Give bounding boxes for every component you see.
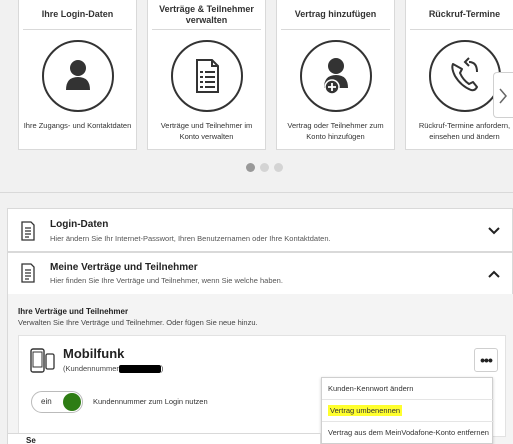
carousel-next-button[interactable] [493, 72, 513, 118]
customer-number: (Kundennummer) [63, 364, 164, 374]
section-next[interactable]: Se [7, 433, 321, 444]
phone-callback-icon [428, 40, 501, 112]
document-icon [21, 221, 35, 241]
user-add-icon [299, 40, 372, 112]
customer-number-label: (Kundennummer [63, 364, 119, 373]
menu-item-label: Kunden-Kennwort ändern [328, 384, 414, 393]
section-title: Meine Verträge und Teilnehmer [50, 262, 198, 273]
user-icon [41, 40, 114, 112]
document-icon [21, 263, 35, 283]
panel-subtitle: Verwalten Sie Ihre Verträge und Teilnehm… [18, 318, 258, 327]
section-title: Se [26, 436, 36, 444]
card-description: Vertrag oder Teilnehmer zum Konto hinzuf… [287, 121, 384, 141]
card-title: Vertrag hinzufügen [281, 0, 390, 30]
toggle-description: Kundennummer zum Login nutzen [93, 397, 208, 406]
card-description: Verträge und Teilnehmer im Konto verwalt… [160, 121, 253, 141]
chevron-right-icon [499, 88, 507, 104]
card-title: Verträge & Teilnehmer verwalten [152, 0, 261, 30]
pagination-dot[interactable] [246, 163, 255, 172]
card-description: Rückruf-Termine anfordern, einsehen und … [418, 121, 511, 141]
chevron-up-icon[interactable] [488, 270, 500, 278]
card-description: Ihre Zugangs- und Kontaktdaten [23, 121, 132, 130]
card-title: Ihre Login-Daten [23, 0, 132, 30]
chevron-down-icon[interactable] [488, 227, 500, 235]
card-title: Rückruf-Termine [410, 0, 513, 30]
section-subtitle: Hier finden Sie Ihre Verträge und Teilne… [50, 276, 283, 285]
menu-item-label: Vertrag aus dem MeinVodafone-Konto entfe… [328, 428, 489, 437]
toggle-knob [63, 393, 81, 411]
login-toggle[interactable]: ein [31, 391, 83, 413]
pagination-dot[interactable] [260, 163, 269, 172]
section-title: Login-Daten [50, 219, 109, 230]
pagination-dot[interactable] [274, 163, 283, 172]
section-subtitle: Hier ändern Sie Ihr Internet-Passwort, I… [50, 234, 331, 243]
carousel-pagination [246, 163, 283, 172]
menu-item-change-password[interactable]: Kunden-Kennwort ändern [322, 378, 494, 400]
contract-title: Mobilfunk [63, 346, 125, 361]
section-login-data[interactable]: Login-Daten Hier ändern Sie Ihr Internet… [7, 208, 513, 252]
section-contracts[interactable]: Meine Verträge und Teilnehmer Hier finde… [7, 252, 513, 294]
menu-item-remove-contract[interactable]: Vertrag aus dem MeinVodafone-Konto entfe… [322, 422, 494, 444]
document-list-icon [170, 40, 243, 112]
options-menu: Kunden-Kennwort ändern Vertrag umbenenne… [321, 377, 494, 444]
feature-carousel: Ihre Login-Daten Ihre Zugangs- und Konta… [0, 0, 513, 192]
panel-title: Ihre Verträge und Teilnehmer [18, 307, 129, 316]
menu-item-label: Vertrag umbenennen [328, 405, 403, 416]
menu-item-rename-contract[interactable]: Vertrag umbenennen [322, 400, 494, 422]
toggle-label: ein [41, 397, 52, 406]
redacted-number [118, 365, 161, 374]
card-add-contract[interactable]: Vertrag hinzufügen Vertrag oder Teilnehm… [276, 0, 395, 150]
divider [0, 192, 513, 193]
more-options-button[interactable]: ••• [474, 348, 498, 372]
customer-number-suffix: ) [160, 364, 164, 373]
card-manage-contracts[interactable]: Verträge & Teilnehmer verwalten Verträge… [147, 0, 266, 150]
mobile-phone-icon [30, 348, 55, 373]
card-login-data[interactable]: Ihre Login-Daten Ihre Zugangs- und Konta… [18, 0, 137, 150]
